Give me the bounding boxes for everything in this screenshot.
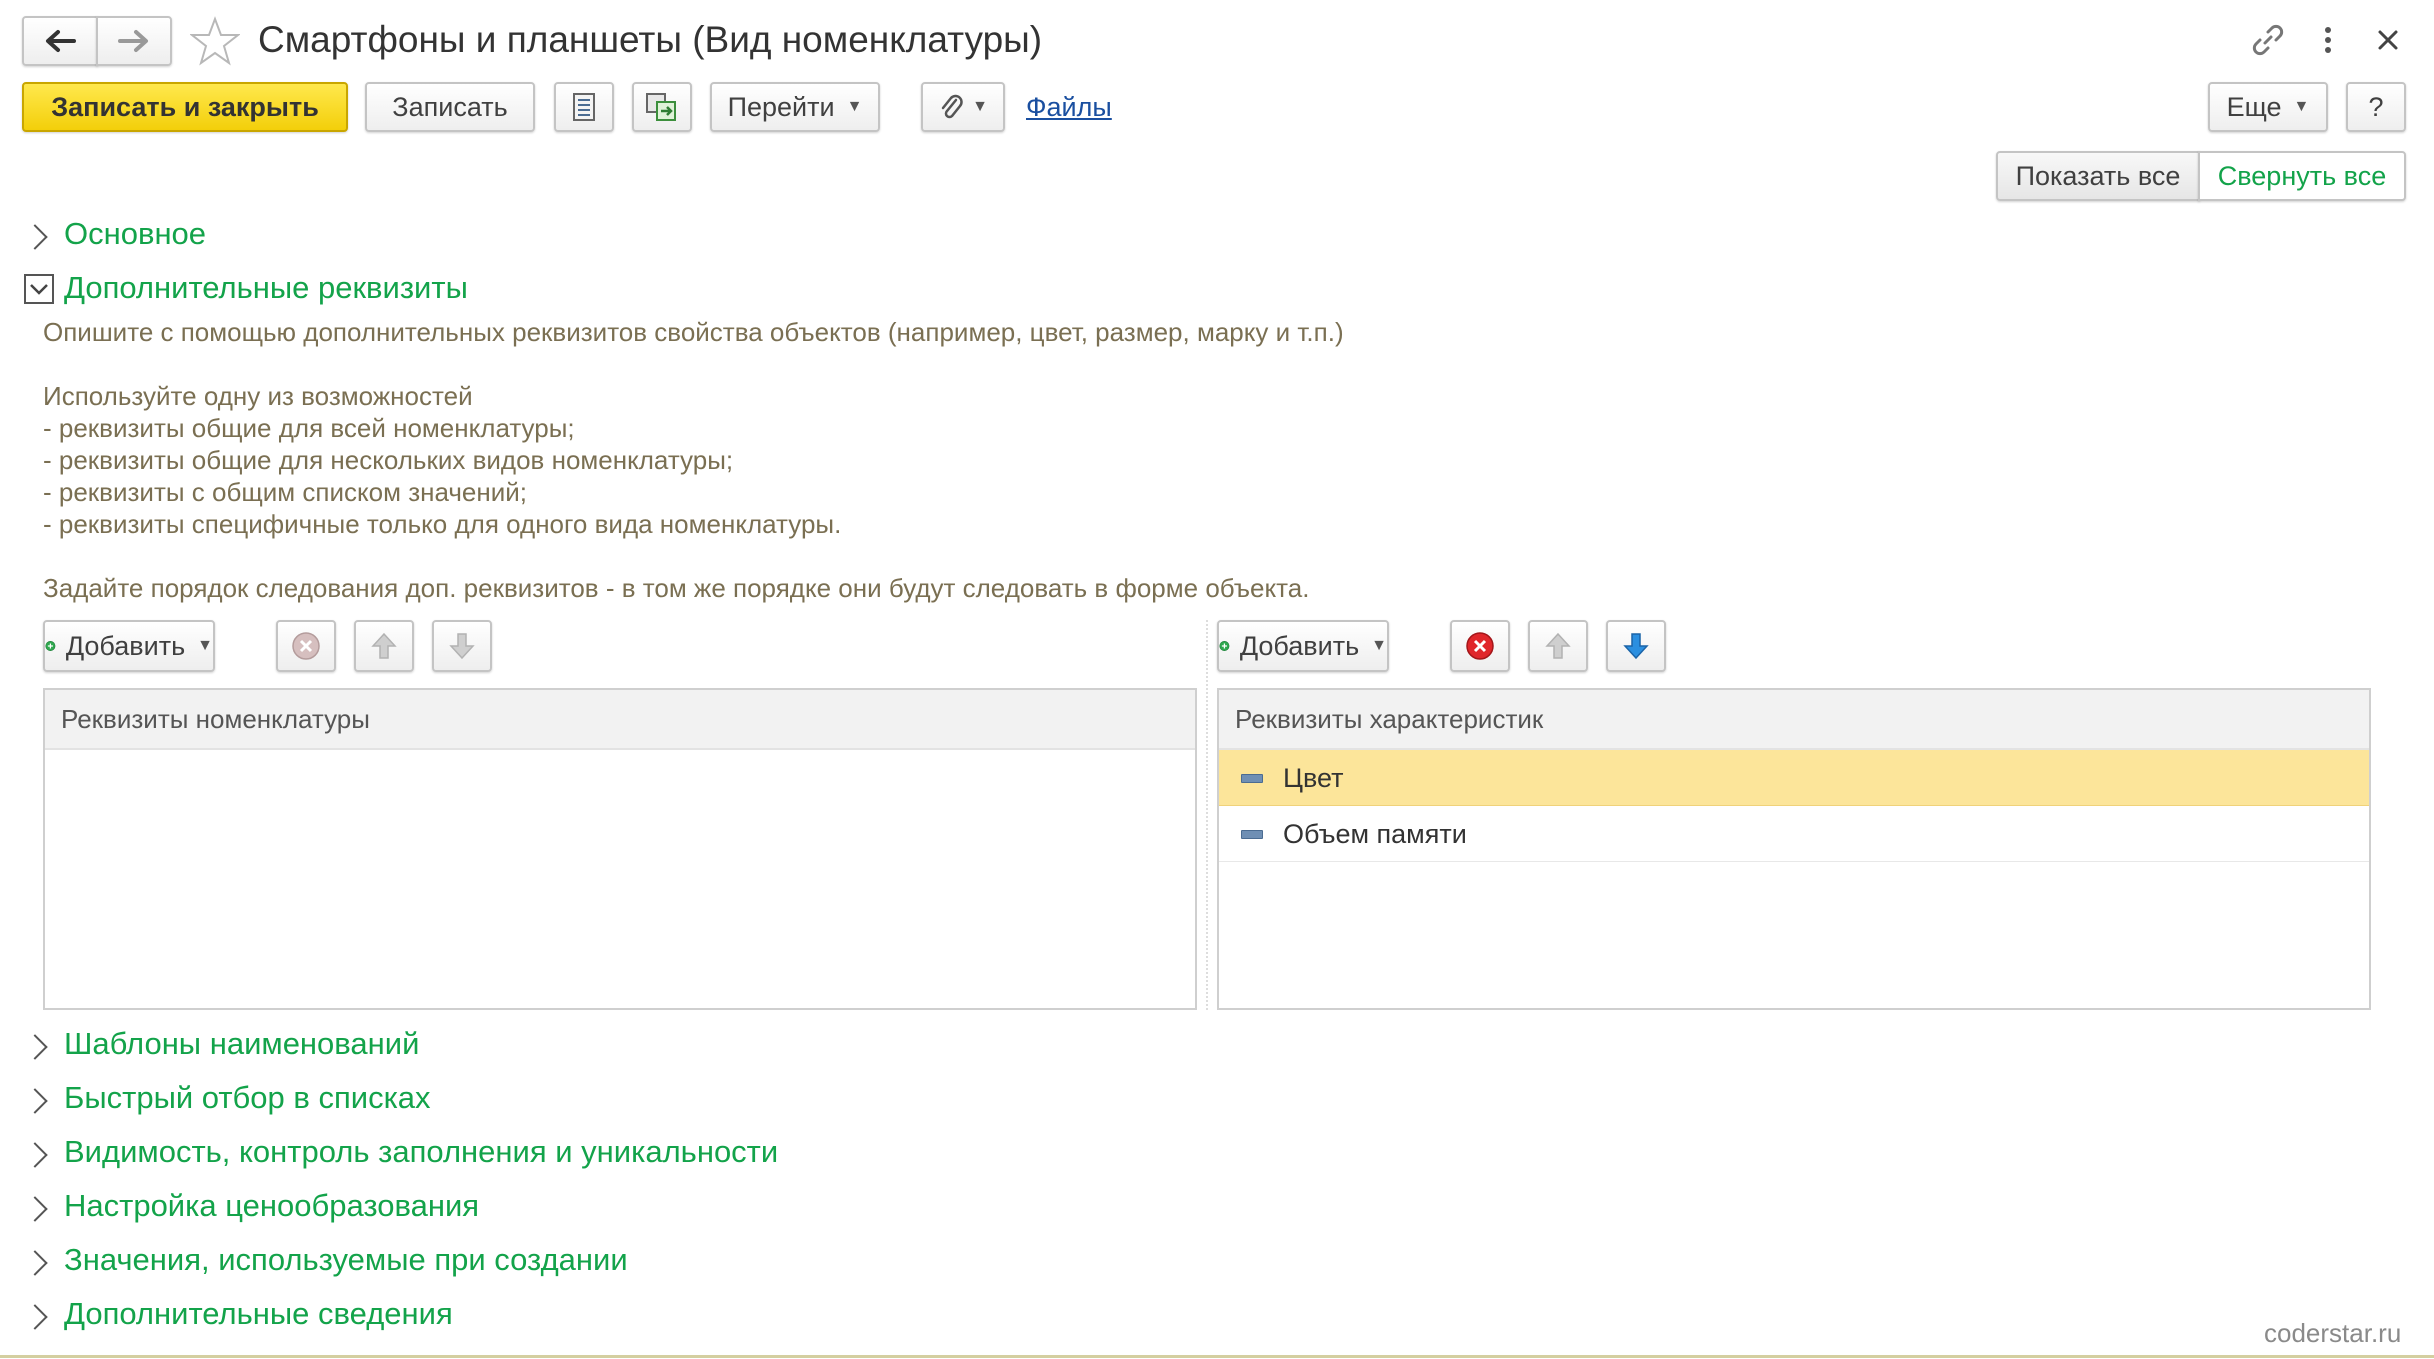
goto-dropdown-button[interactable]: Перейти ▼ [710, 82, 880, 132]
attach-dropdown-button[interactable]: ▼ [921, 82, 1005, 132]
description-line-4: - реквизиты общие для нескольких видов н… [43, 445, 734, 475]
delete-circle-icon [1466, 632, 1494, 660]
attribute-icon [1241, 830, 1263, 839]
arrow-up-icon [1545, 632, 1571, 659]
section-visibility[interactable]: Видимость, контроль заполнения и уникаль… [64, 1134, 778, 1170]
section-name-templates[interactable]: Шаблоны наименований [64, 1026, 419, 1062]
description-line-6: - реквизиты специфичные только для одног… [43, 509, 842, 539]
description-line-5: - реквизиты с общим списком значений; [43, 477, 527, 507]
chevron-down-icon: ▼ [197, 637, 213, 654]
favorite-star-icon[interactable] [189, 16, 241, 66]
characteristic-attributes-table[interactable]: Реквизиты характеристик Цвет Объем памят… [1217, 688, 2371, 1010]
paperclip-icon [941, 94, 963, 119]
description-line-7: Задайте порядок следования доп. реквизит… [43, 573, 1310, 603]
chevron-down-icon: ▼ [1371, 637, 1387, 654]
row-label: Цвет [1283, 763, 1344, 793]
chevron-right-icon[interactable] [22, 1250, 48, 1276]
section-quick-filter[interactable]: Быстрый отбор в списках [64, 1080, 431, 1116]
bottom-border [0, 1355, 2434, 1358]
files-link[interactable]: Файлы [1026, 90, 1112, 124]
panel-splitter[interactable] [1206, 620, 1208, 1010]
chevron-right-icon[interactable] [22, 1088, 48, 1114]
chevron-right-icon[interactable] [22, 224, 48, 250]
watermark: coderstar.ru [2264, 1318, 2402, 1348]
table-header: Реквизиты номенклатуры [45, 690, 1195, 750]
section-pricing[interactable]: Настройка ценообразования [64, 1188, 479, 1224]
left-move-down-button[interactable] [432, 620, 492, 672]
report-button[interactable] [554, 82, 614, 132]
left-add-button[interactable]: Добавить ▼ [43, 620, 215, 672]
collapse-toggle-icon[interactable] [24, 274, 54, 304]
nomenclature-attributes-table[interactable]: Реквизиты номенклатуры [43, 688, 1197, 1010]
left-delete-button[interactable] [276, 620, 336, 672]
back-button[interactable] [22, 16, 98, 66]
show-all-button[interactable]: Показать все [1996, 151, 2200, 201]
table-row[interactable]: Объем памяти [1219, 806, 2369, 862]
right-move-up-button[interactable] [1528, 620, 1588, 672]
table-header: Реквизиты характеристик [1219, 690, 2369, 750]
arrow-up-icon [371, 632, 397, 659]
chevron-right-icon[interactable] [22, 1034, 48, 1060]
description-line-3: - реквизиты общие для всей номенклатуры; [43, 413, 575, 443]
more-actions-icon[interactable] [2318, 22, 2338, 58]
chevron-down-icon: ▼ [972, 98, 988, 115]
section-defaults[interactable]: Значения, используемые при создании [64, 1242, 628, 1278]
more-dropdown-button[interactable]: Еще ▼ [2208, 82, 2328, 132]
link-icon[interactable] [2250, 22, 2286, 58]
section-main[interactable]: Основное [64, 216, 206, 252]
delete-circle-icon [292, 632, 320, 660]
save-and-close-button[interactable]: Записать и закрыть [22, 82, 348, 132]
plus-circle-icon [1219, 641, 1230, 651]
section-extra-info[interactable]: Дополнительные сведения [64, 1296, 453, 1332]
right-delete-button[interactable] [1450, 620, 1510, 672]
section-additional-attributes[interactable]: Дополнительные реквизиты [64, 270, 468, 306]
goto-label: Перейти [727, 91, 835, 122]
arrow-right-icon [118, 30, 148, 52]
window-title: Смартфоны и планшеты (Вид номенклатуры) [258, 19, 1043, 60]
arrow-left-icon [46, 30, 76, 52]
more-label: Еще [2226, 91, 2282, 122]
chevron-right-icon[interactable] [22, 1142, 48, 1168]
chevron-right-icon[interactable] [22, 1196, 48, 1222]
arrow-down-icon [449, 633, 475, 660]
arrow-down-icon [1623, 633, 1649, 660]
row-label: Объем памяти [1283, 819, 1467, 849]
description-line-2: Используйте одну из возможностей [43, 381, 473, 411]
right-add-label: Добавить [1239, 630, 1360, 661]
chevron-down-icon: ▼ [846, 98, 863, 115]
related-documents-icon [646, 93, 676, 121]
document-list-icon [573, 93, 595, 121]
save-button[interactable]: Записать [365, 82, 535, 132]
chevron-right-icon[interactable] [22, 1304, 48, 1330]
left-add-label: Добавить [65, 630, 186, 661]
chevron-down-icon: ▼ [2293, 98, 2310, 115]
attribute-icon [1241, 774, 1263, 783]
collapse-all-button[interactable]: Свернуть все [2198, 151, 2406, 201]
right-add-button[interactable]: Добавить ▼ [1217, 620, 1389, 672]
close-icon[interactable] [2374, 26, 2402, 54]
left-move-up-button[interactable] [354, 620, 414, 672]
table-row[interactable]: Цвет [1219, 750, 2369, 806]
structure-button[interactable] [632, 82, 692, 132]
description-line-1: Опишите с помощью дополнительных реквизи… [43, 317, 1344, 347]
plus-circle-icon [45, 641, 56, 651]
forward-button[interactable] [96, 16, 172, 66]
right-move-down-button[interactable] [1606, 620, 1666, 672]
help-button[interactable]: ? [2346, 82, 2406, 132]
